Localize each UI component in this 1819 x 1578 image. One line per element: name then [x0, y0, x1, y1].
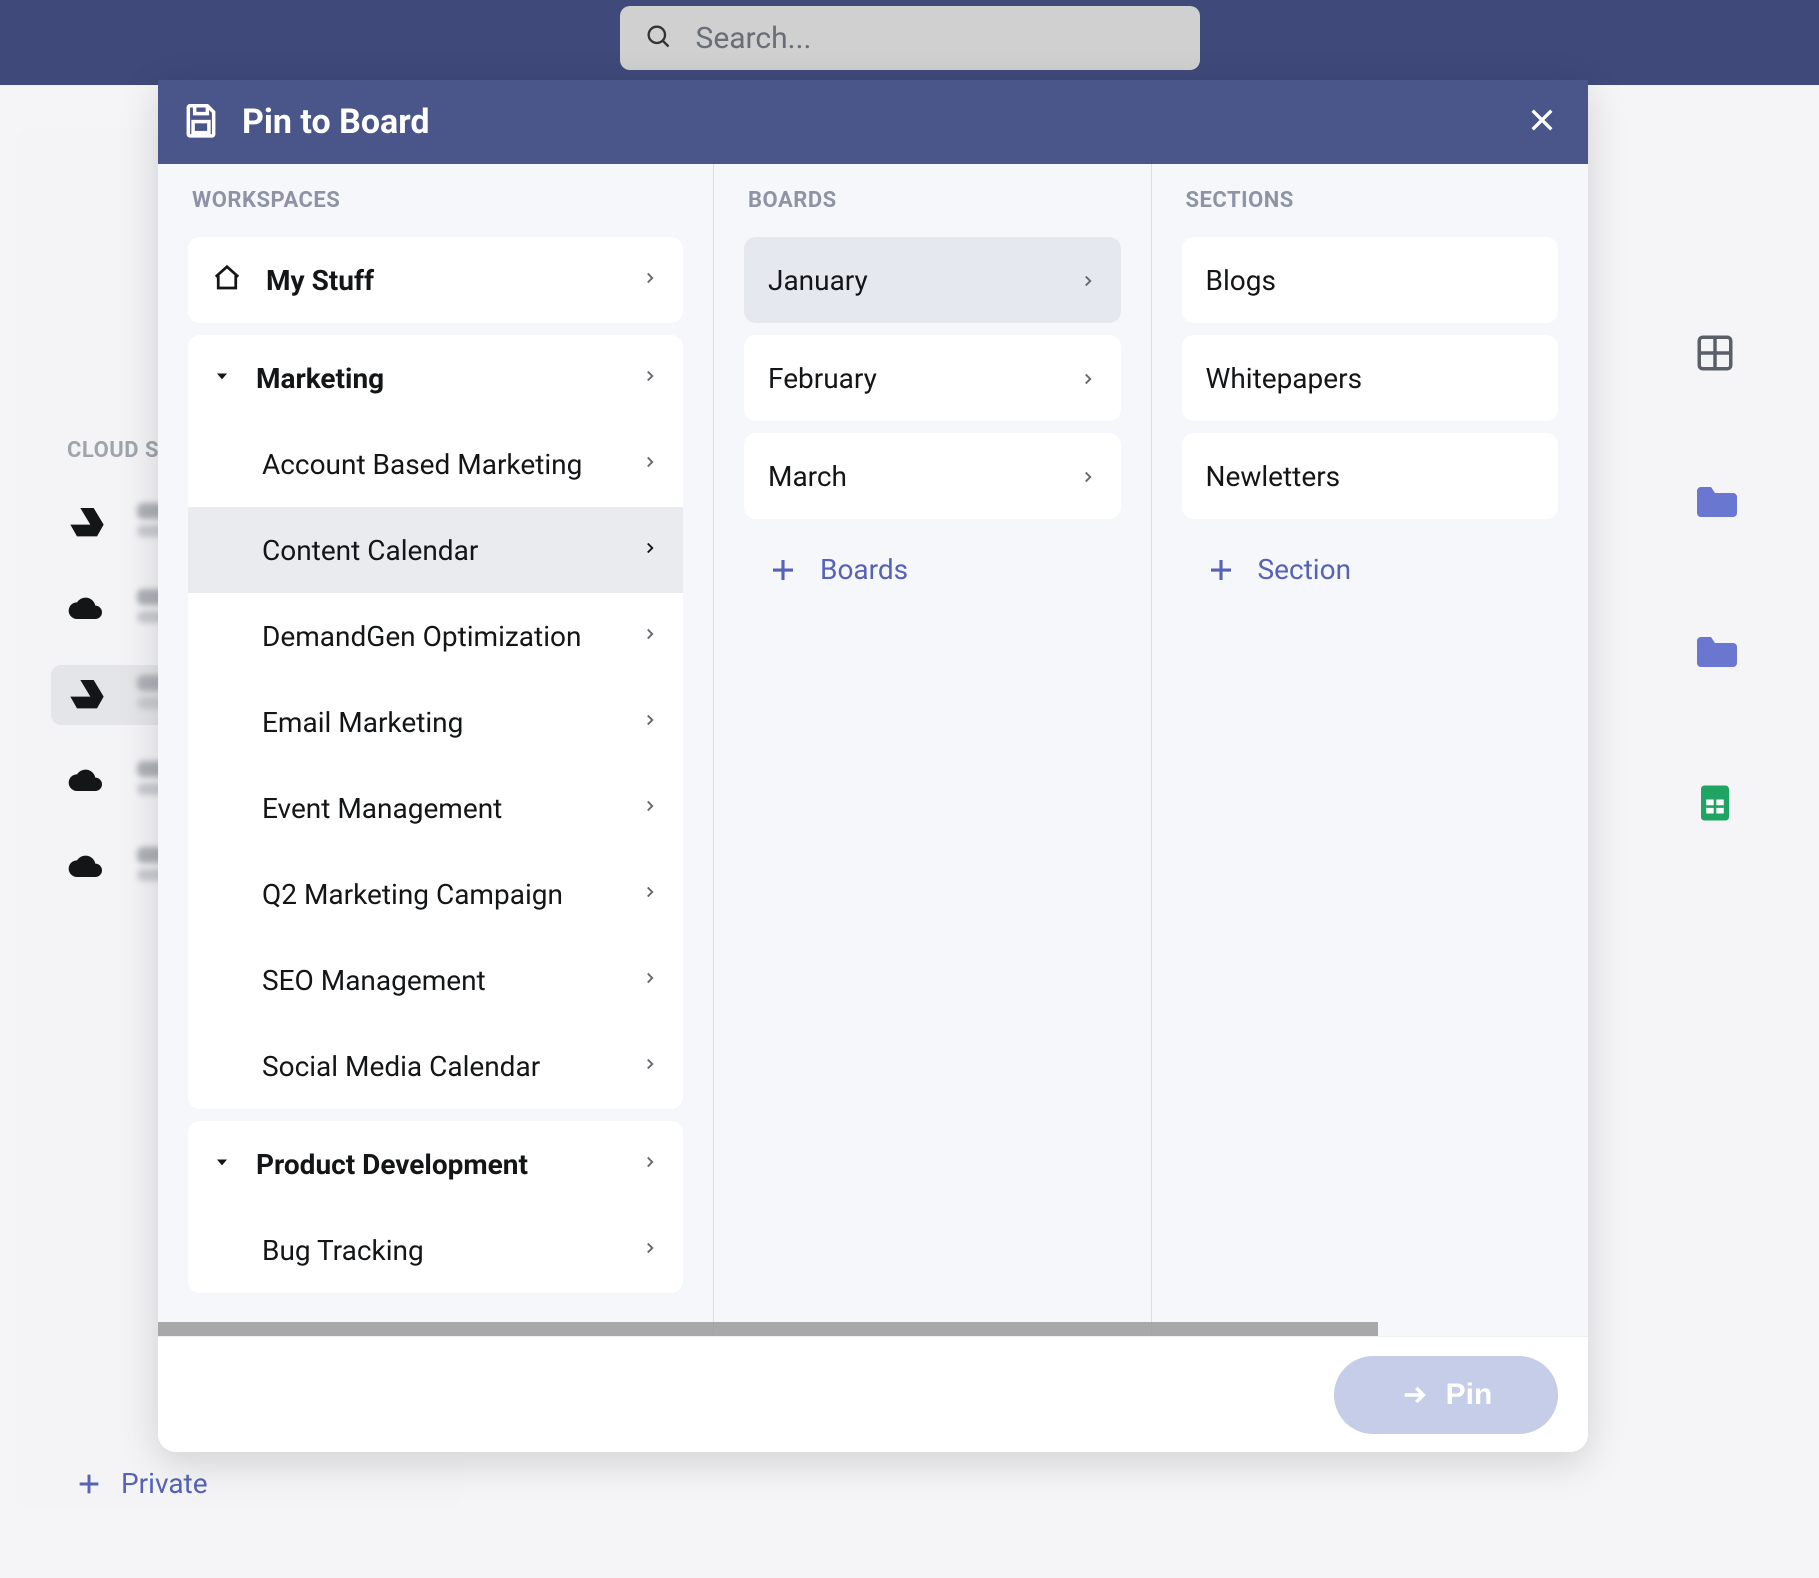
workspace-product-dev-group: Product Development Bug Tracking: [188, 1121, 683, 1293]
sheets-icon[interactable]: [1685, 773, 1745, 833]
chevron-right-icon: [641, 1055, 659, 1077]
workspaces-col-title: WORKSPACES: [188, 188, 683, 213]
workspace-label: Product Development: [256, 1148, 528, 1181]
workspace-subitem[interactable]: Account Based Marketing: [188, 421, 683, 507]
search-icon: [644, 22, 672, 54]
workspace-subitem-label: Q2 Marketing Campaign: [262, 878, 563, 911]
board-item-label: March: [768, 460, 847, 493]
caret-down-icon: [212, 1152, 232, 1176]
boards-column: BOARDS January February March Boards: [714, 164, 1151, 1336]
workspace-subitem-label: DemandGen Optimization: [262, 620, 581, 653]
chevron-right-icon: [1079, 362, 1097, 395]
google-drive-icon: [67, 675, 107, 715]
global-search[interactable]: Search...: [620, 6, 1200, 70]
workspace-subitem[interactable]: Event Management: [188, 765, 683, 851]
chevron-right-icon: [641, 269, 659, 291]
workspace-subitem[interactable]: Content Calendar: [188, 507, 683, 593]
workspace-subitem[interactable]: Social Media Calendar: [188, 1023, 683, 1109]
modal-title: Pin to Board: [242, 102, 430, 142]
chevron-right-icon: [1079, 460, 1097, 493]
chevron-right-icon: [641, 1239, 659, 1261]
modal-header: Pin to Board: [158, 80, 1588, 164]
add-board-label: Boards: [820, 553, 908, 586]
workspace-subitem-label: Account Based Marketing: [262, 448, 582, 481]
add-private-link[interactable]: Private: [75, 1467, 208, 1500]
workspace-label: My Stuff: [266, 264, 374, 297]
sections-column: SECTIONS Blogs Whitepapers Newletters Sect…: [1152, 164, 1589, 1336]
chevron-right-icon: [1079, 264, 1097, 297]
search-placeholder: Search...: [696, 21, 812, 56]
horizontal-scrollbar[interactable]: [158, 1322, 1378, 1336]
caret-down-icon: [212, 366, 232, 390]
app-header: Search...: [0, 0, 1819, 85]
workspace-my-stuff[interactable]: My Stuff: [188, 237, 683, 323]
cloud-icon: [67, 761, 107, 801]
chevron-right-icon: [641, 367, 659, 389]
pin-button-label: Pin: [1446, 1378, 1493, 1412]
chevron-right-icon: [641, 797, 659, 819]
section-item[interactable]: Newletters: [1182, 433, 1559, 519]
chevron-right-icon: [641, 625, 659, 647]
add-section-label: Section: [1258, 553, 1352, 586]
workspace-subitem-label: SEO Management: [262, 964, 486, 997]
workspace-subitem-label: Content Calendar: [262, 534, 478, 567]
workspace-subitem-label: Bug Tracking: [262, 1234, 424, 1267]
folder-icon[interactable]: [1685, 473, 1745, 533]
board-item[interactable]: January: [744, 237, 1121, 323]
chevron-right-icon: [641, 453, 659, 475]
workspace-subitem-label: Event Management: [262, 792, 502, 825]
board-item-label: January: [768, 264, 868, 297]
home-icon: [212, 263, 242, 297]
grid-view-icon[interactable]: [1685, 323, 1745, 383]
workspaces-column: WORKSPACES My Stuff: [158, 164, 713, 1336]
workspace-subitem-label: Email Marketing: [262, 706, 463, 739]
board-item-label: February: [768, 362, 877, 395]
chevron-right-icon: [641, 1153, 659, 1175]
workspace-marketing[interactable]: Marketing: [188, 335, 683, 421]
chevron-right-icon: [641, 711, 659, 733]
add-private-label: Private: [121, 1467, 208, 1500]
chevron-right-icon: [641, 539, 659, 561]
section-item-label: Newletters: [1206, 460, 1341, 493]
cloud-icon: [67, 589, 107, 629]
workspace-subitem[interactable]: Bug Tracking: [188, 1207, 683, 1293]
section-item-label: Blogs: [1206, 264, 1276, 297]
cloud-icon: [67, 847, 107, 887]
close-button[interactable]: [1526, 104, 1558, 140]
folder-icon[interactable]: [1685, 623, 1745, 683]
workspace-subitem-label: Social Media Calendar: [262, 1050, 540, 1083]
pin-to-board-modal: Pin to Board WORKSPACES My Stuff: [158, 80, 1588, 1452]
chevron-right-icon: [641, 883, 659, 905]
workspace-marketing-group: Marketing Account Based Marketing Content…: [188, 335, 683, 1109]
add-board-link[interactable]: Boards: [744, 531, 1121, 608]
right-tool-col: [1685, 128, 1785, 833]
workspace-subitem[interactable]: SEO Management: [188, 937, 683, 1023]
chevron-right-icon: [641, 969, 659, 991]
board-item[interactable]: February: [744, 335, 1121, 421]
workspace-label: Marketing: [256, 362, 384, 395]
add-section-link[interactable]: Section: [1182, 531, 1559, 608]
modal-footer: Pin: [158, 1336, 1588, 1452]
google-drive-icon: [67, 503, 107, 543]
boards-col-title: BOARDS: [744, 188, 1121, 213]
sections-col-title: SECTIONS: [1182, 188, 1559, 213]
section-item[interactable]: Blogs: [1182, 237, 1559, 323]
section-item-label: Whitepapers: [1206, 362, 1363, 395]
workspace-subitem[interactable]: DemandGen Optimization: [188, 593, 683, 679]
board-item[interactable]: March: [744, 433, 1121, 519]
section-item[interactable]: Whitepapers: [1182, 335, 1559, 421]
workspace-subitem[interactable]: Email Marketing: [188, 679, 683, 765]
pin-button[interactable]: Pin: [1334, 1356, 1558, 1434]
workspace-product-dev[interactable]: Product Development: [188, 1121, 683, 1207]
workspace-subitem[interactable]: Q2 Marketing Campaign: [188, 851, 683, 937]
save-icon: [182, 101, 220, 143]
